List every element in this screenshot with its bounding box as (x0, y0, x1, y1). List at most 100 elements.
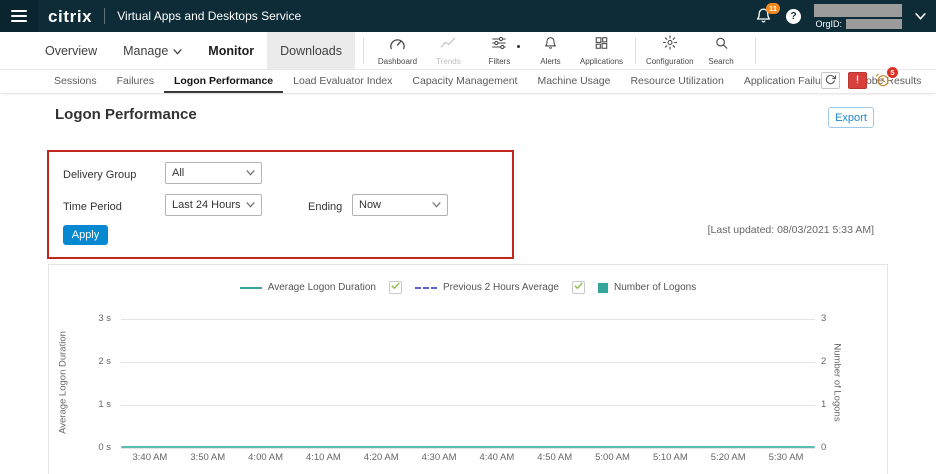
subtab-actions: 5 (821, 72, 892, 89)
dashed-line-swatch (415, 287, 437, 289)
refresh-button[interactable] (821, 72, 840, 89)
top-bar: citrix Virtual Apps and Desktops Service… (0, 0, 936, 32)
alarm-notifications-button[interactable]: 5 (875, 72, 892, 89)
chevron-down-icon (915, 7, 926, 25)
gridline-3 (121, 319, 815, 320)
tool-dashboard[interactable]: Dashboard (372, 32, 423, 70)
filters-dropdown-dot (517, 45, 520, 48)
x-tick: 5:10 AM (641, 452, 699, 463)
gridline-1 (121, 405, 815, 406)
teal-line-swatch (240, 287, 262, 289)
trends-chart-icon (440, 36, 456, 55)
subtab-machine-usage[interactable]: Machine Usage (527, 70, 620, 93)
right-tick: 2 (821, 356, 826, 367)
tool-applications[interactable]: Applications (576, 32, 627, 70)
notification-badge: 11 (766, 3, 780, 14)
chart-legend: Average Logon Duration Previous 2 Hours … (49, 281, 887, 294)
subtab-failures[interactable]: Failures (107, 70, 164, 93)
help-icon: ? (790, 11, 796, 22)
critical-alert-button[interactable] (848, 72, 867, 89)
alerts-bell-icon (543, 36, 558, 55)
nav-item-monitor[interactable]: Monitor (195, 32, 267, 70)
x-tick: 4:20 AM (352, 452, 410, 463)
chevron-down-icon (173, 44, 182, 58)
tool-filters[interactable]: Filters (474, 32, 525, 70)
nav-item-overview[interactable]: Overview (32, 32, 110, 70)
last-updated-text: [Last updated: 08/03/2021 5:33 AM] (708, 224, 874, 236)
x-tick: 4:40 AM (468, 452, 526, 463)
filters-sliders-icon (491, 36, 507, 55)
subtab-custom-reports[interactable]: Custom Reports (931, 70, 936, 93)
chevron-down-icon (246, 167, 255, 179)
left-tick: 1 s (79, 399, 111, 410)
subtab-load-evaluator-index[interactable]: Load Evaluator Index (283, 70, 402, 93)
nav-item-downloads[interactable]: Downloads (267, 32, 355, 70)
teal-square-swatch (598, 283, 608, 293)
avg-logon-duration-checkbox[interactable] (389, 281, 402, 294)
legend-item-previous-2-hours: Previous 2 Hours Average (415, 282, 559, 293)
delivery-group-label: Delivery Group (63, 169, 136, 181)
x-tick: 4:50 AM (526, 452, 584, 463)
topbar-right: 11 ? OrgID: (755, 4, 936, 29)
x-tick: 4:00 AM (237, 452, 295, 463)
gridline-0 (121, 448, 815, 449)
x-tick: 4:10 AM (294, 452, 352, 463)
right-tick: 0 (821, 442, 826, 453)
tool-search[interactable]: Search (696, 32, 747, 70)
tool-alerts[interactable]: Alerts (525, 32, 576, 70)
x-tick: 5:20 AM (699, 452, 757, 463)
ending-label: Ending (308, 201, 342, 213)
time-period-select[interactable]: Last 24 Hours (165, 194, 262, 216)
x-tick: 3:50 AM (179, 452, 237, 463)
org-block: OrgID: (814, 4, 902, 29)
applications-grid-icon (594, 36, 609, 55)
avg-logon-duration-series-line (121, 446, 815, 448)
redacted-org-id (846, 19, 902, 29)
gridline-2 (121, 362, 815, 363)
left-axis-title: Average Logon Duration (58, 313, 69, 453)
nav-divider (755, 38, 756, 64)
screen: citrix Virtual Apps and Desktops Service… (0, 0, 936, 474)
left-tick: 2 s (79, 356, 111, 367)
subtab-resource-utilization[interactable]: Resource Utilization (620, 70, 733, 93)
left-tick: 0 s (79, 442, 111, 453)
time-period-label: Time Period (63, 201, 122, 213)
legend-item-avg-logon-duration: Average Logon Duration (240, 282, 376, 293)
dashboard-gauge-icon (389, 36, 406, 55)
apply-button[interactable]: Apply (63, 225, 108, 245)
monitor-subtabs: Sessions Failures Logon Performance Load… (0, 70, 936, 93)
right-axis-title: Number of Logons (832, 313, 843, 453)
legend-item-number-of-logons: Number of Logons (598, 282, 696, 293)
gear-icon (662, 35, 678, 55)
redacted-account-name (814, 4, 902, 17)
ending-select[interactable]: Now (352, 194, 448, 216)
export-button[interactable]: Export (828, 107, 874, 128)
delivery-group-select[interactable]: All (165, 162, 262, 184)
check-icon (391, 282, 400, 293)
subtab-sessions[interactable]: Sessions (44, 70, 107, 93)
tool-configuration[interactable]: Configuration (644, 32, 696, 70)
previous-2-hours-checkbox[interactable] (572, 281, 585, 294)
help-button[interactable]: ? (786, 9, 801, 24)
left-tick: 3 s (79, 313, 111, 324)
x-axis-ticks: 3:40 AM 3:50 AM 4:00 AM 4:10 AM 4:20 AM … (121, 452, 815, 463)
check-icon (574, 282, 583, 293)
notifications-button[interactable]: 11 (755, 7, 773, 25)
right-tick: 3 (821, 313, 826, 324)
citrix-logo: citrix (48, 8, 92, 25)
exclamation-icon (852, 72, 863, 90)
product-title: Virtual Apps and Desktops Service (117, 9, 301, 23)
alarm-badge: 5 (886, 66, 899, 79)
subtab-logon-performance[interactable]: Logon Performance (164, 70, 283, 93)
search-icon (714, 36, 729, 55)
nav-item-manage[interactable]: Manage (110, 32, 195, 70)
subtab-capacity-management[interactable]: Capacity Management (402, 70, 527, 93)
x-tick: 5:30 AM (757, 452, 815, 463)
account-menu-button[interactable] (915, 7, 926, 25)
nav-divider (635, 38, 636, 64)
tool-trends[interactable]: Trends (423, 32, 474, 70)
x-tick: 5:00 AM (584, 452, 642, 463)
main-nav: Overview Manage Monitor Downloads Dashbo… (0, 32, 936, 70)
hamburger-menu-button[interactable] (0, 0, 38, 32)
refresh-icon (825, 72, 836, 90)
